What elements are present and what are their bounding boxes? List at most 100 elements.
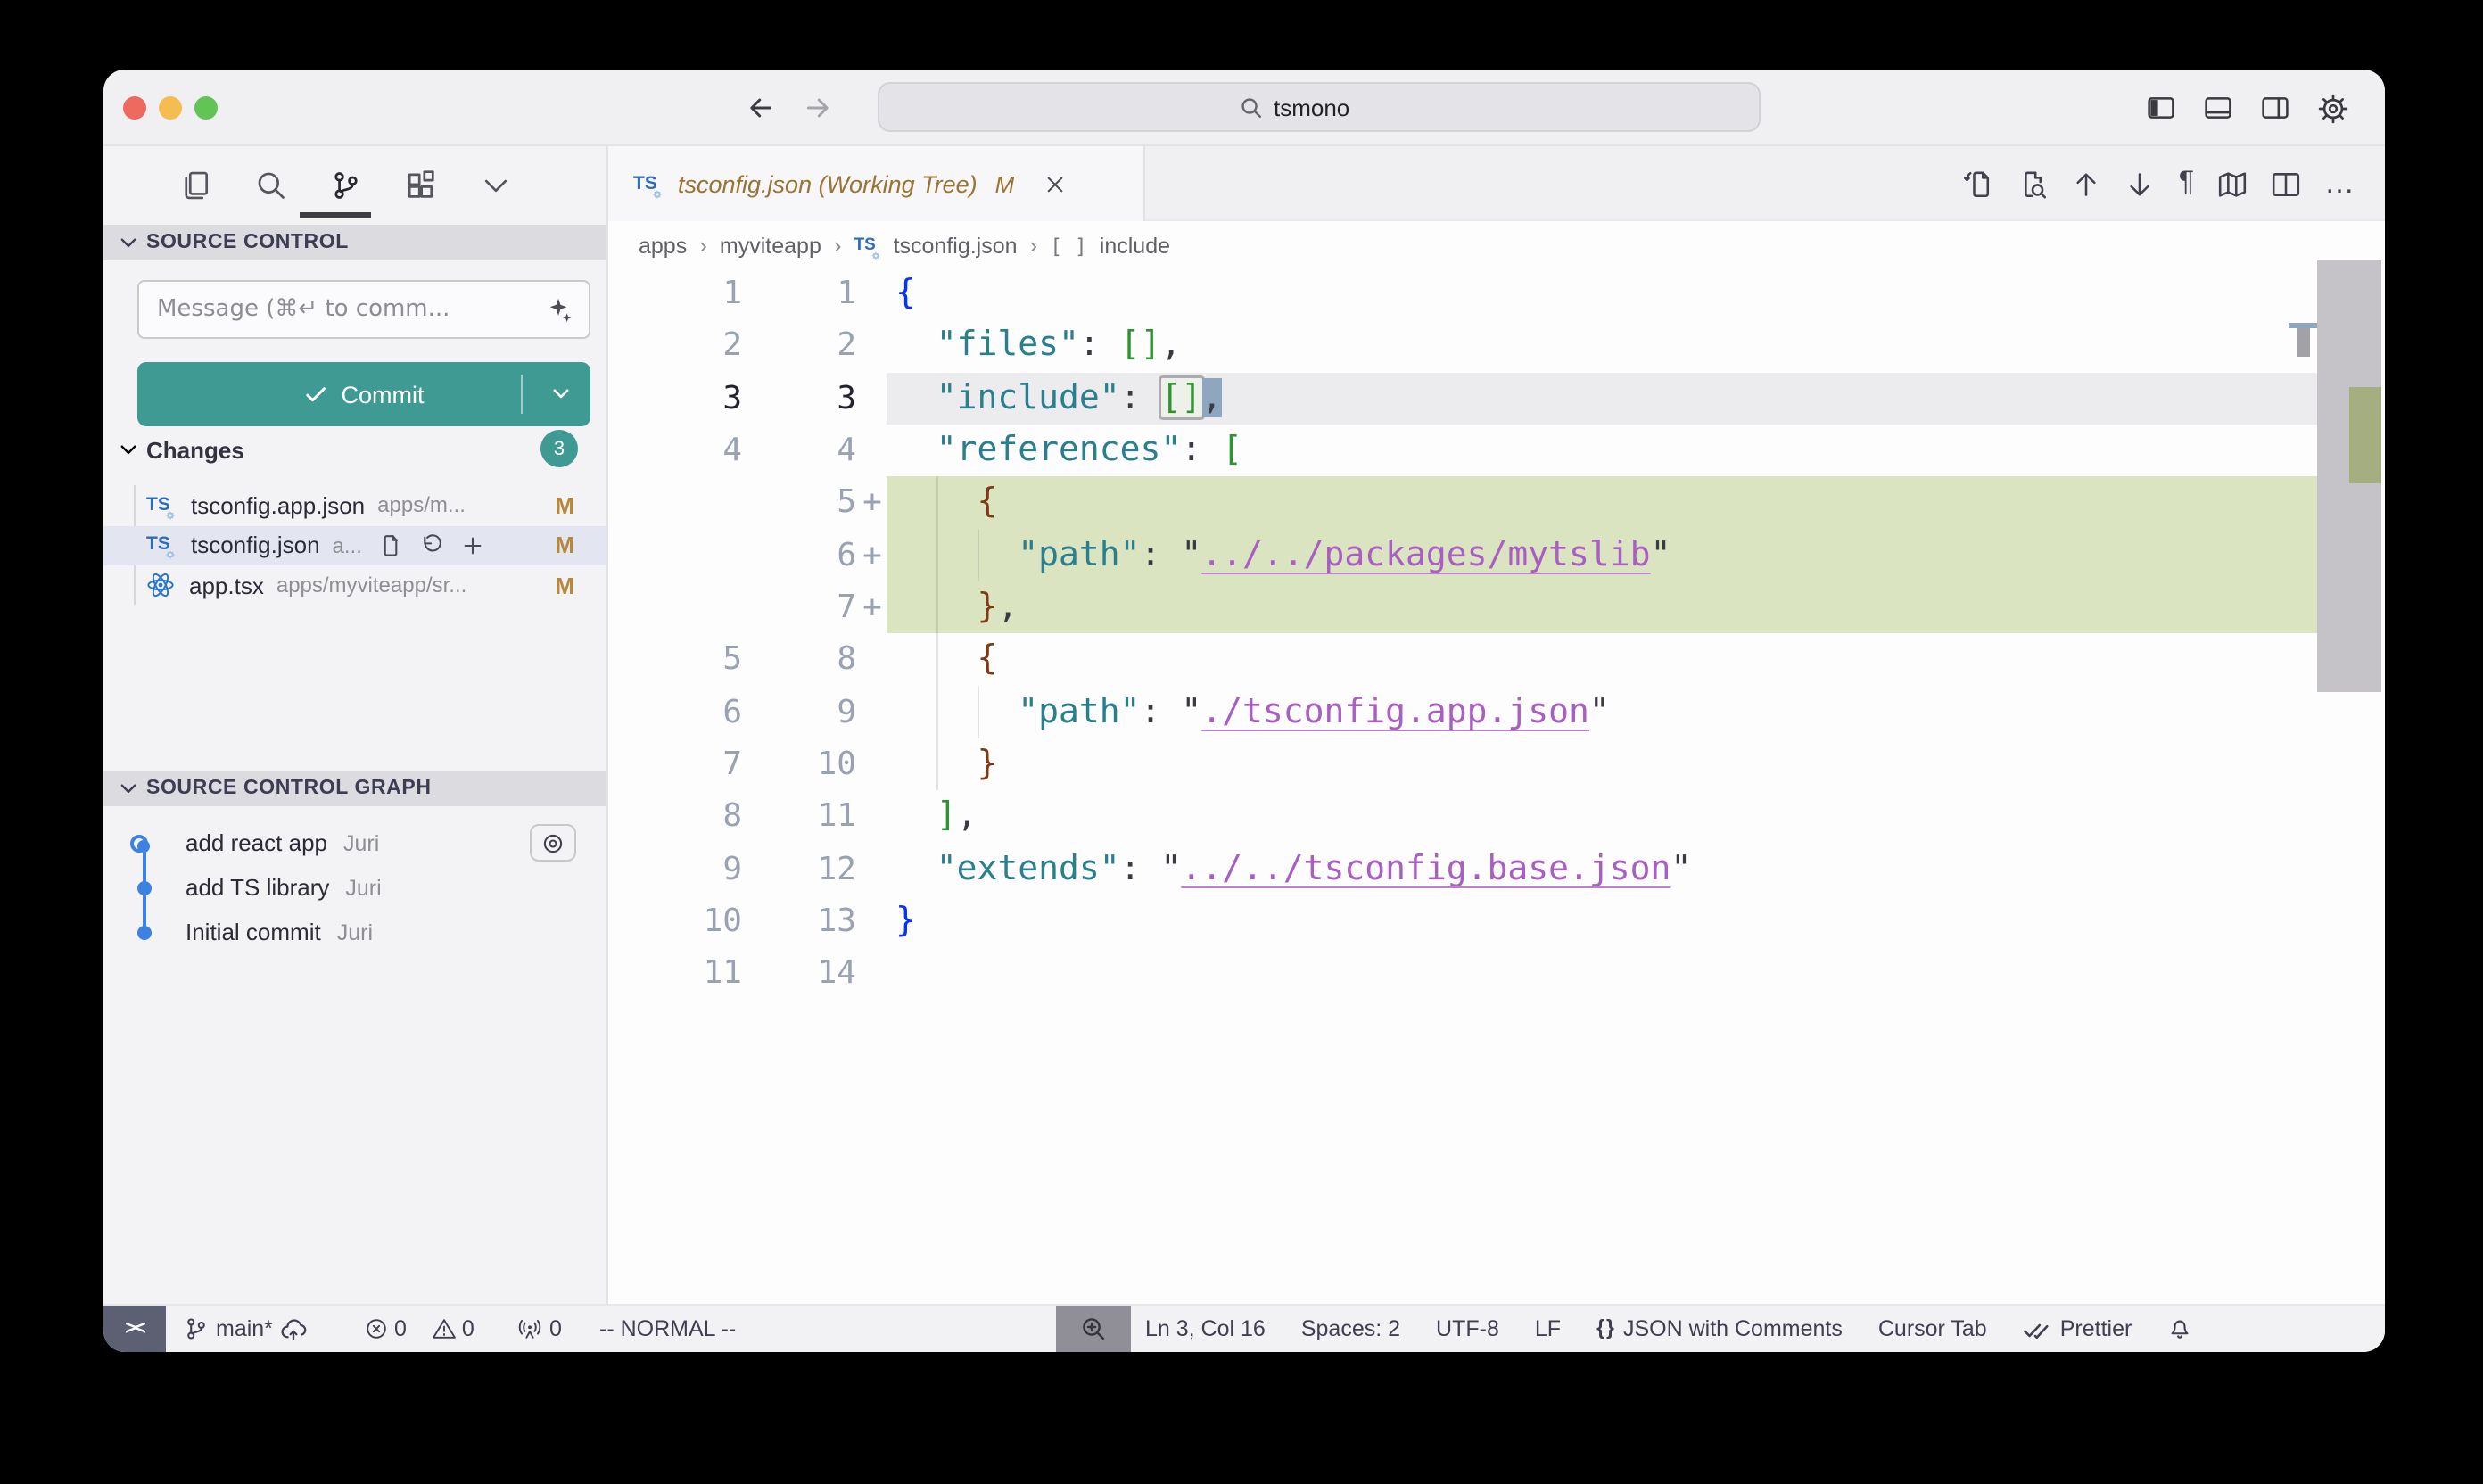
formatter-indicator[interactable]: Prettier [2023, 1316, 2132, 1341]
chevron-right-icon: › [834, 232, 842, 259]
render-whitespace-button[interactable]: ¶ [2179, 168, 2194, 200]
typescript-config-icon: TS [854, 234, 881, 257]
commit-row[interactable]: Initial commitJuri [103, 910, 606, 954]
breadcrumb-apps[interactable]: apps [639, 233, 687, 258]
commit-row[interactable]: add TS libraryJuri [103, 865, 606, 910]
ports-indicator[interactable]: 0 [517, 1306, 562, 1352]
next-change-button[interactable] [2125, 169, 2156, 199]
activity-item-views-more[interactable] [480, 169, 512, 201]
language-mode[interactable]: {} JSON with Comments [1596, 1316, 1843, 1341]
remote-indicator[interactable]: >< [103, 1306, 166, 1352]
stage-changes-icon[interactable] [460, 533, 485, 558]
changed-file-row[interactable]: TStsconfig.app.jsonapps/m...M [103, 485, 606, 525]
modified-line-number: 12 [742, 844, 856, 896]
changes-label: Changes [146, 436, 244, 463]
code-line[interactable]: 33 "include": [], [608, 372, 2385, 425]
branch-name: main* [216, 1316, 273, 1341]
activity-item-explorer[interactable] [180, 169, 212, 201]
code-line[interactable]: 44 "references": [ [608, 425, 2385, 477]
indentation[interactable]: Spaces: 2 [1301, 1316, 1400, 1341]
toggle-map-button[interactable] [2217, 169, 2248, 199]
file-search-button[interactable] [2018, 169, 2049, 199]
source-control-header[interactable]: SOURCE CONTROL [103, 225, 606, 260]
commit-button[interactable]: Commit [137, 362, 590, 426]
source-control-graph-header[interactable]: SOURCE CONTROL GRAPH [103, 771, 606, 806]
close-window-button[interactable] [123, 96, 146, 120]
open-file-icon[interactable] [378, 533, 403, 558]
goto-ref-button[interactable] [530, 824, 576, 862]
braces-icon: {} [1596, 1318, 1616, 1340]
discard-changes-icon[interactable] [419, 533, 444, 558]
file-name: tsconfig.app.json [191, 492, 365, 519]
breadcrumb-include[interactable]: include [1100, 233, 1170, 258]
diff-added-highlight [887, 477, 2317, 530]
code-line[interactable]: 1114 [608, 948, 2385, 1001]
original-line-number: 8 [608, 791, 742, 844]
activity-item-source-control[interactable] [330, 169, 362, 201]
open-changes-button[interactable] [1965, 169, 1995, 199]
tab-modified-badge: M [995, 170, 1015, 197]
code-line[interactable]: 7+ }, [608, 581, 2385, 634]
changes-section-header[interactable]: Changes 3 [103, 428, 606, 471]
commit-message-box[interactable] [137, 280, 590, 339]
editor-scrollbar[interactable] [2317, 146, 2381, 1229]
ports-count: 0 [549, 1316, 562, 1341]
commit-message-input[interactable] [157, 296, 535, 323]
toggle-primary-sidebar-button[interactable] [2146, 93, 2176, 123]
modified-line-number: 9 [742, 687, 856, 739]
commit-dropdown-button[interactable] [549, 382, 573, 405]
code-line[interactable]: 6+ "path": "../../packages/mytslib" [608, 529, 2385, 581]
settings-gear-button[interactable] [2317, 92, 2349, 124]
minimize-window-button[interactable] [159, 96, 182, 120]
diff-editor[interactable]: 11{22 "files": [],33 "include": [],44 "r… [608, 268, 2385, 1001]
zoom-window-button[interactable] [194, 96, 218, 120]
eol-sequence[interactable]: LF [1535, 1316, 1561, 1341]
code-line[interactable]: 1013} [608, 895, 2385, 948]
code-line[interactable]: 811 ], [608, 791, 2385, 844]
navigate-forward-icon[interactable] [803, 93, 833, 123]
commit-row[interactable]: add react appJuri [103, 820, 606, 865]
status-bar: >< main* 0 0 [103, 1304, 2385, 1352]
command-center-search[interactable] [878, 82, 1761, 132]
tab-tsconfig-working-tree[interactable]: TS tsconfig.json (Working Tree) M [608, 146, 1145, 221]
code-line[interactable]: 710 } [608, 738, 2385, 791]
breadcrumb-tsconfig[interactable]: tsconfig.json [894, 233, 1018, 258]
sparkle-icon[interactable] [544, 296, 574, 326]
vim-mode-indicator[interactable]: -- NORMAL -- [599, 1306, 736, 1352]
changed-file-row[interactable]: app.tsxapps/myviteapp/sr...M [103, 565, 606, 606]
publish-cloud-icon [280, 1315, 307, 1342]
cursor-position[interactable]: Ln 3, Col 16 [1145, 1316, 1266, 1341]
original-line-number: 10 [608, 895, 742, 948]
navigate-back-icon[interactable] [746, 93, 776, 123]
zoom-indicator[interactable] [1056, 1306, 1131, 1352]
code-text: } [895, 895, 916, 948]
file-path: apps/m... [377, 493, 466, 518]
toggle-secondary-sidebar-button[interactable] [2260, 93, 2290, 123]
branch-indicator[interactable]: main* [184, 1306, 307, 1352]
commit-button-label: Commit [342, 381, 425, 408]
code-line[interactable]: 58 { [608, 634, 2385, 687]
cursor-tab-indicator[interactable]: Cursor Tab [1878, 1316, 1987, 1341]
close-tab-icon[interactable] [1043, 172, 1066, 195]
split-editor-button[interactable] [2271, 169, 2301, 199]
previous-change-button[interactable] [2072, 169, 2102, 199]
search-input[interactable] [1274, 94, 1398, 120]
code-text: }, [895, 581, 1018, 634]
code-line[interactable]: 22 "files": [], [608, 320, 2385, 373]
changed-file-row[interactable]: TStsconfig.jsona...M [103, 525, 606, 565]
code-line[interactable]: 912 "extends": "../../tsconfig.base.json… [608, 844, 2385, 896]
problems-indicator[interactable]: 0 0 [364, 1306, 474, 1352]
code-line[interactable]: 11{ [608, 268, 2385, 320]
notifications-bell-icon[interactable] [2167, 1316, 2192, 1341]
modified-line-number: 4 [742, 425, 856, 477]
activity-item-extensions[interactable] [405, 169, 437, 201]
encoding[interactable]: UTF-8 [1436, 1316, 1499, 1341]
file-path: a... [333, 533, 362, 558]
code-line[interactable]: 69 "path": "./tsconfig.app.json" [608, 687, 2385, 739]
tab-strip: TS tsconfig.json (Working Tree) M ¶… [608, 146, 2385, 221]
toggle-panel-button[interactable] [2203, 93, 2233, 123]
code-line[interactable]: 5+ { [608, 477, 2385, 530]
git-branch-icon [184, 1316, 209, 1341]
breadcrumb-myviteapp[interactable]: myviteapp [720, 233, 821, 258]
activity-item-search[interactable] [255, 169, 287, 201]
